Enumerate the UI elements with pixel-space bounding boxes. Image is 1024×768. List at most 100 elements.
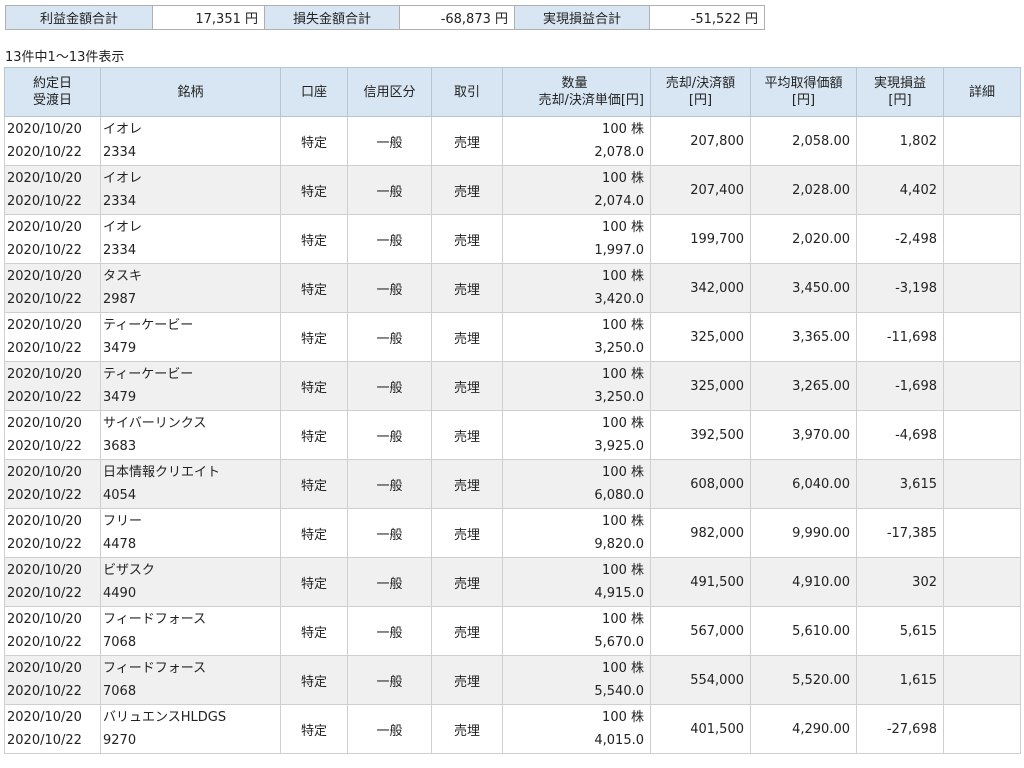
loss-total-label: 損失金額合計: [264, 5, 400, 30]
quantity-cell: 100 株 3,420.0: [502, 263, 651, 313]
stock-cell: ティーケービー 3479: [100, 361, 281, 411]
quantity-cell: 100 株 3,250.0: [502, 361, 651, 411]
header-avg-cost: 平均取得価額 [円]: [750, 67, 857, 117]
unit-price: 9,820.0: [594, 537, 644, 552]
quantity: 100 株: [602, 220, 644, 235]
table-row: 2020/10/20 2020/10/22 ティーケービー 3479 特定 一般 売埋 100…: [4, 312, 1021, 362]
stock-code: 9270: [103, 733, 137, 748]
avg-cost: 6,040.00: [750, 459, 857, 509]
trade-type: 売埋: [431, 214, 503, 264]
quantity-cell: 100 株 3,250.0: [502, 312, 651, 362]
stock-code: 2334: [103, 145, 137, 160]
realized-pl: -4,698: [856, 410, 944, 460]
sale-amount: 207,400: [650, 165, 751, 215]
settle-date: 2020/10/22: [7, 733, 82, 748]
account-type: 特定: [280, 459, 348, 509]
sale-amount: 491,500: [650, 557, 751, 607]
quantity: 100 株: [602, 367, 644, 382]
stock-name: バリュエンスHLDGS: [103, 710, 227, 725]
trade-type: 売埋: [431, 557, 503, 607]
unit-price: 2,078.0: [594, 145, 644, 160]
sale-amount: 401,500: [650, 704, 751, 754]
stock-code: 4490: [103, 586, 137, 601]
quantity: 100 株: [602, 563, 644, 578]
quantity: 100 株: [602, 514, 644, 529]
trade-date: 2020/10/20: [7, 563, 82, 578]
sale-amount: 554,000: [650, 655, 751, 705]
margin-type: 一般: [347, 508, 432, 558]
sale-amount: 207,800: [650, 116, 751, 166]
table-row: 2020/10/20 2020/10/22 サイバーリンクス 3683 特定 一般 売埋 10…: [4, 410, 1021, 460]
settle-date: 2020/10/22: [7, 684, 82, 699]
header-qty-label: 数量: [561, 76, 588, 91]
header-amount-label: 売却/決済額: [665, 76, 736, 91]
avg-cost: 2,058.00: [750, 116, 857, 166]
header-trade: 取引: [431, 67, 503, 117]
stock-name: ビザスク: [103, 563, 155, 578]
stock-name: イオレ: [103, 122, 143, 137]
unit-price: 1,997.0: [594, 243, 644, 258]
table-row: 2020/10/20 2020/10/22 フィードフォース 7068 特定 一般 売埋 10…: [4, 606, 1021, 656]
sale-amount: 325,000: [650, 312, 751, 362]
realized-pl: 1,615: [856, 655, 944, 705]
trade-type: 売埋: [431, 165, 503, 215]
trade-type: 売埋: [431, 704, 503, 754]
header-avg-cost-unit: [円]: [791, 93, 816, 108]
quantity-cell: 100 株 5,540.0: [502, 655, 651, 705]
realized-total-value: -51,522 円: [649, 5, 765, 30]
trade-date: 2020/10/20: [7, 465, 82, 480]
trade-date: 2020/10/20: [7, 220, 82, 235]
margin-type: 一般: [347, 361, 432, 411]
realized-pl: -1,698: [856, 361, 944, 411]
stock-name: イオレ: [103, 171, 143, 186]
trade-date: 2020/10/20: [7, 367, 82, 382]
stock-code: 3479: [103, 341, 137, 356]
settle-date: 2020/10/22: [7, 243, 82, 258]
header-trade-date: 約定日: [32, 76, 72, 91]
settle-date: 2020/10/22: [7, 537, 82, 552]
stock-name: フィードフォース: [103, 661, 207, 676]
stock-code: 3683: [103, 439, 137, 454]
trade-date: 2020/10/20: [7, 710, 82, 725]
trade-date: 2020/10/20: [7, 318, 82, 333]
stock-name: フィードフォース: [103, 612, 207, 627]
avg-cost: 5,520.00: [750, 655, 857, 705]
trade-type: 売埋: [431, 312, 503, 362]
header-amount: 売却/決済額 [円]: [650, 67, 751, 117]
table-row: 2020/10/20 2020/10/22 日本情報クリエイト 4054 特定 一般 売埋 1…: [4, 459, 1021, 509]
account-type: 特定: [280, 214, 348, 264]
result-count: 13件中1〜13件表示: [5, 50, 125, 65]
stock-name: イオレ: [103, 220, 143, 235]
unit-price: 5,670.0: [594, 635, 644, 650]
trade-type: 売埋: [431, 361, 503, 411]
settle-date: 2020/10/22: [7, 586, 82, 601]
stock-code: 7068: [103, 635, 137, 650]
header-amount-unit: [円]: [688, 93, 713, 108]
header-realized-pl-unit: [円]: [888, 93, 912, 108]
header-quantity: 数量 売却/決済単価[円]: [502, 67, 651, 117]
date-cell: 2020/10/20 2020/10/22: [4, 655, 101, 705]
detail-cell: [943, 361, 1021, 411]
loss-total-value: -68,873 円: [399, 5, 515, 30]
stock-cell: フィードフォース 7068: [100, 606, 281, 656]
quantity-cell: 100 株 4,915.0: [502, 557, 651, 607]
settle-date: 2020/10/22: [7, 292, 82, 307]
header-avg-cost-label: 平均取得価額: [764, 76, 843, 91]
account-type: 特定: [280, 410, 348, 460]
realized-pl: 1,802: [856, 116, 944, 166]
margin-type: 一般: [347, 263, 432, 313]
sale-amount: 325,000: [650, 361, 751, 411]
realized-pl: -27,698: [856, 704, 944, 754]
trade-date: 2020/10/20: [7, 171, 82, 186]
account-type: 特定: [280, 557, 348, 607]
settle-date: 2020/10/22: [7, 390, 82, 405]
quantity: 100 株: [602, 612, 644, 627]
realized-pl: 3,615: [856, 459, 944, 509]
avg-cost: 2,020.00: [750, 214, 857, 264]
stock-code: 3479: [103, 390, 137, 405]
stock-cell: イオレ 2334: [100, 214, 281, 264]
stock-cell: 日本情報クリエイト 4054: [100, 459, 281, 509]
header-unit-price-label: 売却/決済単価[円]: [538, 93, 644, 108]
margin-type: 一般: [347, 410, 432, 460]
quantity-cell: 100 株 6,080.0: [502, 459, 651, 509]
